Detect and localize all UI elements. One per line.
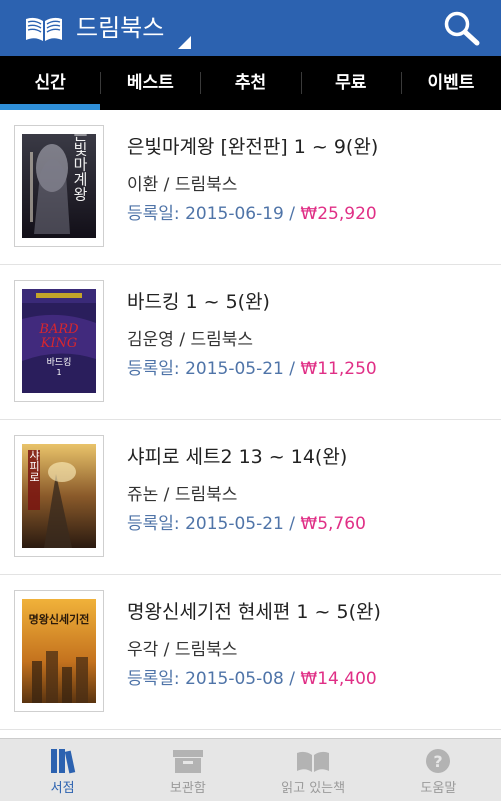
book-meta: 등록일: 2015-05-21 / ₩5,760 — [127, 509, 366, 534]
open-book-icon — [297, 751, 330, 772]
app-title[interactable]: 드림북스 — [76, 12, 164, 44]
book-price: ₩5,760 — [300, 514, 366, 534]
book-cover[interactable]: 샤피로 — [14, 435, 104, 557]
book-list: 은빛마계왕 은빛마계왕 [완전판] 1 ~ 9(완) 이환 / 드림북스 등록일… — [0, 110, 501, 730]
bookstore-icon — [50, 749, 75, 774]
svg-text:1: 1 — [56, 368, 61, 377]
search-icon[interactable] — [442, 10, 482, 46]
book-author: 우각 / 드림북스 — [127, 640, 238, 660]
book-price: ₩14,400 — [300, 669, 377, 689]
nav-reading[interactable]: 읽고 있는책 — [251, 739, 376, 801]
meta-separator: / — [289, 514, 301, 534]
nav-bookstore[interactable]: 서점 — [0, 739, 125, 801]
book-author: 김운영 / 드림북스 — [127, 330, 254, 350]
tab-recommend[interactable]: 추천 — [200, 56, 300, 110]
book-list-item[interactable]: 샤피로 샤피로 세트2 13 ~ 14(완) 쥬논 / 드림북스 등록일: 20… — [0, 420, 501, 575]
dropdown-caret-icon[interactable] — [178, 36, 191, 49]
nav-reading-label: 읽고 있는책 — [281, 781, 346, 796]
book-list-item[interactable]: BARD KING 바드킹 1 바드킹 1 ~ 5(완) 김운영 / 드림북스 … — [0, 265, 501, 420]
book-title[interactable]: 명왕신세기전 현세편 1 ~ 5(완) — [127, 597, 381, 624]
meta-separator: / — [289, 669, 301, 689]
app-header: 드림북스 — [0, 0, 501, 56]
registration-date: 2015-05-08 — [185, 669, 284, 689]
book-price: ₩11,250 — [300, 359, 377, 379]
cover-title-text: 은빛마계왕 — [71, 134, 89, 202]
open-book-icon — [26, 17, 62, 41]
registration-date: 2015-05-21 — [185, 514, 284, 534]
storage-box-icon — [172, 750, 203, 773]
nav-help-label: 도움말 — [420, 781, 457, 796]
registration-date: 2015-06-19 — [185, 204, 284, 224]
nav-bookstore-label: 서점 — [50, 781, 75, 796]
book-cover-image: 명왕신세기전 — [22, 599, 96, 703]
bottom-navigation: 서점 보관함 읽고 있는책 ? 도움말 — [0, 738, 501, 801]
book-list-item[interactable]: 명왕신세기전 명왕신세기전 현세편 1 ~ 5(완) 우각 / 드림북스 등록일… — [0, 575, 501, 730]
book-cover-image: 샤피로 — [22, 444, 96, 548]
registration-label: 등록일: — [127, 204, 180, 224]
cover-title-text: 샤피로 — [28, 449, 41, 482]
cover-title-text: 바드킹 — [47, 356, 72, 368]
book-title[interactable]: 바드킹 1 ~ 5(완) — [127, 287, 270, 314]
nav-storage-label: 보관함 — [169, 781, 206, 796]
meta-separator: / — [289, 359, 301, 379]
book-cover[interactable]: 명왕신세기전 — [14, 590, 104, 712]
book-meta: 등록일: 2015-05-08 / ₩14,400 — [127, 664, 377, 689]
book-cover[interactable]: 은빛마계왕 — [14, 125, 104, 247]
book-price: ₩25,920 — [300, 204, 377, 224]
book-cover-image: BARD KING 바드킹 1 — [22, 289, 96, 393]
tab-free[interactable]: 무료 — [300, 56, 401, 110]
tab-new[interactable]: 신간 — [0, 56, 101, 110]
registration-label: 등록일: — [127, 669, 180, 689]
book-title[interactable]: 샤피로 세트2 13 ~ 14(완) — [127, 442, 347, 469]
nav-help[interactable]: ? 도움말 — [376, 739, 501, 801]
book-cover-image: 은빛마계왕 — [22, 134, 96, 238]
tab-best[interactable]: 베스트 — [100, 56, 200, 110]
meta-separator: / — [289, 204, 301, 224]
svg-text:KING: KING — [40, 336, 78, 351]
category-tabs: 신간 베스트 추천 무료 이벤트 — [0, 56, 501, 110]
book-list-item[interactable]: 은빛마계왕 은빛마계왕 [완전판] 1 ~ 9(완) 이환 / 드림북스 등록일… — [0, 110, 501, 265]
nav-storage[interactable]: 보관함 — [125, 739, 250, 801]
book-meta: 등록일: 2015-05-21 / ₩11,250 — [127, 354, 377, 379]
tab-event[interactable]: 이벤트 — [400, 56, 501, 110]
book-title[interactable]: 은빛마계왕 [완전판] 1 ~ 9(완) — [127, 132, 378, 159]
book-meta: 등록일: 2015-06-19 / ₩25,920 — [127, 199, 377, 224]
help-icon: ? — [426, 749, 451, 773]
cover-title-text: 명왕신세기전 — [29, 612, 90, 626]
svg-text:?: ? — [434, 752, 443, 771]
registration-date: 2015-05-21 — [185, 359, 284, 379]
book-author: 쥬논 / 드림북스 — [127, 485, 238, 505]
book-cover[interactable]: BARD KING 바드킹 1 — [14, 280, 104, 402]
registration-label: 등록일: — [127, 514, 180, 534]
svg-text:BARD: BARD — [38, 322, 79, 337]
book-author: 이환 / 드림북스 — [127, 175, 238, 195]
registration-label: 등록일: — [127, 359, 180, 379]
